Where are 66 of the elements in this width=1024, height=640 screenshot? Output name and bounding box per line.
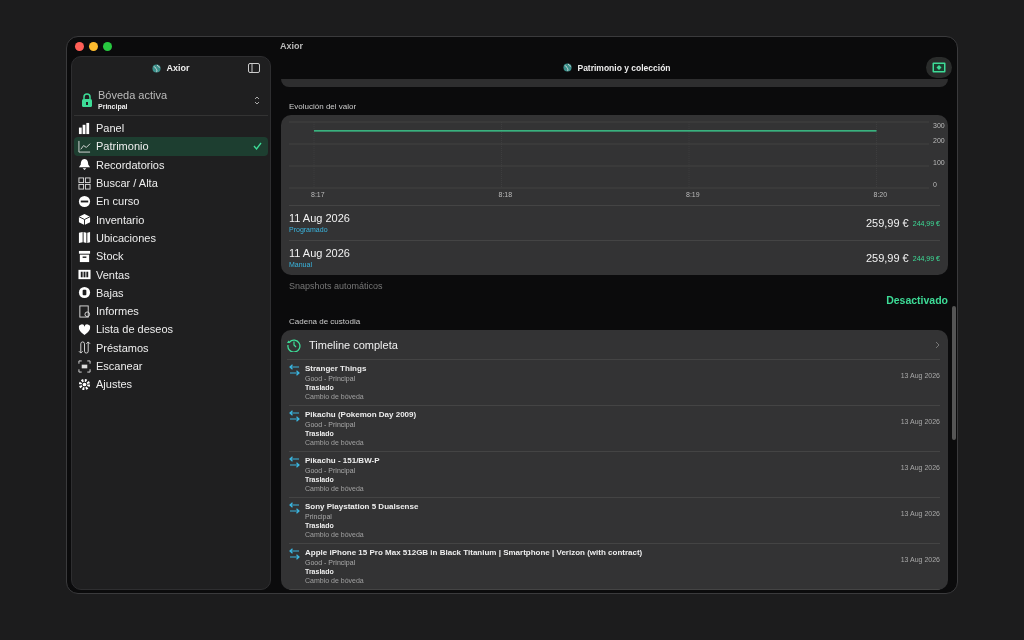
app-title: Axior [166, 63, 190, 73]
setting-label: Snapshots automáticos [289, 281, 383, 291]
transfer-arrows-icon [289, 410, 300, 422]
settings-icon [78, 377, 91, 391]
arrows-icon [78, 341, 91, 355]
setting-status[interactable]: Desactivado [886, 294, 948, 306]
sidebar-item[interactable]: Stock [74, 247, 268, 266]
sidebar-item[interactable]: Préstamos [74, 338, 268, 357]
circle-icon [78, 194, 91, 208]
sidebar-item[interactable]: Inventario [74, 210, 268, 229]
archive-icon [78, 249, 91, 263]
zoom-button[interactable] [103, 42, 112, 51]
bell-icon [78, 158, 91, 172]
close-button[interactable] [75, 42, 84, 51]
lock-icon [82, 93, 92, 107]
clock-history-icon [287, 337, 301, 352]
scrollbar-thumb[interactable] [952, 306, 956, 440]
event-title: Apple iPhone 15 Pro Max 512GB in Black Titanium | Smartphone | Verizon (with contract) [305, 548, 643, 558]
map-icon [78, 231, 91, 245]
transfer-arrows-icon [289, 456, 300, 468]
event-title: Pikachu - 151/BW-P [305, 456, 380, 466]
bar-chart-icon [78, 121, 91, 135]
minimize-button[interactable] [89, 42, 98, 51]
section-title: Cadena de custodia [289, 317, 361, 326]
vault-label: Bóveda activa [98, 89, 168, 102]
sidebar-item[interactable]: En curso [74, 192, 268, 211]
sidebar-item[interactable]: Lista de deseos [74, 320, 268, 339]
entry-value: 259,99 € [865, 252, 909, 264]
globe-icon [152, 63, 162, 73]
scan-icon [78, 359, 91, 373]
cube-icon [78, 213, 91, 227]
event-title: Sony Playstation 5 Dualsense [305, 502, 419, 512]
sidebar-item[interactable]: Informes [74, 301, 268, 321]
section-title: Evolución del valor [289, 102, 357, 111]
banknote-icon [78, 268, 91, 281]
event-title: Pikachu (Pokemon Day 2009) [305, 410, 417, 420]
sidebar-item[interactable]: Buscar / Alta [74, 173, 268, 193]
sidebar-item[interactable]: Ajustes [74, 375, 268, 394]
transfer-arrows-icon [289, 548, 300, 560]
sidebar-item[interactable]: Bajas [74, 283, 268, 302]
transfer-arrows-icon [289, 502, 300, 514]
chevron-right-icon [935, 340, 940, 349]
sidebar-toggle-icon[interactable] [248, 63, 260, 73]
timeline-header[interactable]: Timeline completa [287, 330, 940, 360]
sidebar-item[interactable]: Panel [74, 119, 268, 138]
entry-date: 11 Aug 2026 [289, 247, 351, 260]
heart-icon [78, 322, 91, 336]
page-title: Patrimonio y colección [577, 62, 671, 73]
document-search-icon [78, 304, 91, 318]
sidebar-item[interactable]: Recordatorios [74, 155, 268, 174]
grid-icon [78, 176, 91, 190]
transfer-arrows-icon [289, 364, 300, 376]
event-title: Stranger Things [305, 364, 367, 374]
sidebar-item[interactable]: Ubicaciones [74, 228, 268, 248]
image-button[interactable] [926, 57, 952, 78]
entry-value: 259,99 € [865, 217, 909, 229]
sidebar-item[interactable]: Escanear [74, 356, 268, 376]
up-down-chevron-icon[interactable] [254, 95, 260, 105]
line-chart-icon [78, 139, 91, 153]
checkmark-icon [253, 142, 262, 151]
sidebar-item[interactable]: Patrimonio [74, 137, 268, 156]
globe-icon [563, 63, 573, 72]
image-icon [932, 62, 946, 73]
sidebar-item[interactable]: Ventas [74, 265, 268, 284]
window-title: Axior [280, 41, 303, 52]
entry-date: 11 Aug 2026 [289, 212, 351, 225]
